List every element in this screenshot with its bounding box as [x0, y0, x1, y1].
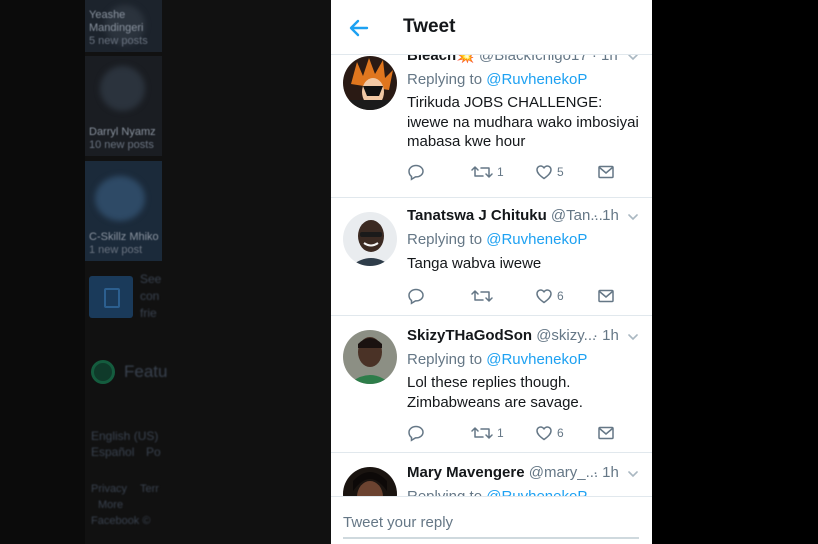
- comment-icon: [408, 425, 424, 442]
- arrow-left-icon: [349, 19, 369, 37]
- tweet-text: Tirikuda JOBS CHALLENGE: iwewe na mudhar…: [407, 94, 639, 150]
- chevron-down-icon[interactable]: [627, 55, 639, 63]
- retweet-button[interactable]: 1: [471, 424, 504, 442]
- like-button[interactable]: 6: [535, 287, 564, 305]
- tweet-time: · 1h: [593, 464, 619, 481]
- comment-icon: [408, 164, 424, 181]
- retweet-button[interactable]: 1: [471, 163, 504, 181]
- tweet-item[interactable]: Tanatswa J Chituku @Tan... · 1h Replying…: [331, 198, 652, 316]
- retweet-icon: [471, 427, 493, 439]
- mention-link[interactable]: @RuvhenekoP: [486, 488, 587, 496]
- tweet-time: · 1h: [593, 207, 619, 224]
- retweet-icon: [471, 166, 493, 178]
- page-title: Tweet: [403, 16, 456, 37]
- retweet-count: 1: [497, 426, 504, 440]
- top-bar: Tweet: [331, 0, 652, 55]
- avatar[interactable]: [343, 330, 397, 384]
- avatar[interactable]: [343, 212, 397, 266]
- display-name[interactable]: Mary Mavengere: [407, 464, 525, 481]
- tweet-header: Bleach💥 @BlackIchigo17 · 1h: [407, 55, 647, 65]
- like-count: 5: [557, 165, 564, 179]
- background-thumb: C-Skillz Mhiko 1 new post: [85, 161, 162, 261]
- mention-link[interactable]: @RuvhenekoP: [486, 231, 587, 248]
- replies-feed[interactable]: Bleach💥 @BlackIchigo17 · 1h Replying to …: [331, 55, 652, 496]
- avatar[interactable]: [343, 56, 397, 110]
- background-text: Privacy: [91, 483, 128, 495]
- user-handle[interactable]: @mary_...: [529, 464, 598, 481]
- reply-button[interactable]: [407, 163, 425, 181]
- chevron-down-icon[interactable]: [627, 211, 639, 223]
- background-text: More: [98, 499, 124, 511]
- reply-button[interactable]: [407, 287, 425, 305]
- background-text: Terr: [140, 483, 159, 495]
- direct-message-button[interactable]: [597, 424, 615, 442]
- tweet-time: · 1h: [593, 327, 619, 344]
- reply-button[interactable]: [407, 424, 425, 442]
- back-button[interactable]: [347, 16, 371, 40]
- envelope-icon: [598, 426, 614, 440]
- avatar[interactable]: [343, 467, 397, 496]
- mention-link[interactable]: @RuvhenekoP: [486, 71, 587, 88]
- envelope-icon: [598, 289, 614, 303]
- replying-to: Replying to @RuvhenekoP: [407, 488, 587, 496]
- user-handle[interactable]: @skizy...: [536, 327, 596, 344]
- background-text: English (US): [91, 429, 159, 443]
- direct-message-button[interactable]: [597, 163, 615, 181]
- display-name[interactable]: Tanatswa J Chituku: [407, 207, 547, 224]
- like-button[interactable]: 5: [535, 163, 564, 181]
- retweet-icon: [471, 290, 493, 302]
- retweet-count: 1: [497, 165, 504, 179]
- replying-to: Replying to @RuvhenekoP: [407, 71, 588, 88]
- background-text: Español: [91, 445, 135, 459]
- background-right: [652, 0, 818, 544]
- background-text: frie: [140, 306, 157, 320]
- background-text: con: [140, 289, 160, 303]
- background-text: Facebook ©: [91, 515, 151, 527]
- envelope-icon: [598, 165, 614, 179]
- like-button[interactable]: 6: [535, 424, 564, 442]
- mention-link[interactable]: @RuvhenekoP: [486, 351, 587, 368]
- tweet-text: Lol these replies though. Zimbabweans ar…: [407, 374, 583, 411]
- reply-input[interactable]: [343, 507, 639, 539]
- heart-icon: [536, 165, 552, 180]
- tweet-item[interactable]: Bleach💥 @BlackIchigo17 · 1h Replying to …: [331, 55, 652, 198]
- user-handle[interactable]: @BlackIchigo17: [479, 55, 588, 64]
- reply-bar: [331, 496, 652, 544]
- heart-icon: [536, 289, 552, 304]
- background-thumb: Yeashe Mandingeri 5 new posts: [85, 0, 162, 52]
- background-circle-icon: [91, 360, 115, 384]
- background-text: Featu: [124, 362, 168, 381]
- tweet-panel: Tweet Bleach💥 @BlackIchigo17 · 1h Replyi…: [331, 0, 652, 544]
- like-count: 6: [557, 426, 564, 440]
- tweet-time: · 1h: [591, 55, 618, 64]
- tweet-text: Tanga wabva iwewe: [407, 255, 542, 272]
- replying-to: Replying to @RuvhenekoP: [407, 231, 588, 248]
- replying-to: Replying to @RuvhenekoP: [407, 351, 588, 368]
- background-text: See: [140, 272, 162, 286]
- heart-icon: [536, 426, 552, 441]
- chevron-down-icon[interactable]: [627, 331, 639, 343]
- display-name[interactable]: SkizyTHaGodSon: [407, 327, 532, 344]
- tweet-item[interactable]: SkizyTHaGodSon @skizy... · 1h Replying t…: [331, 316, 652, 453]
- display-name[interactable]: Bleach💥: [407, 55, 475, 64]
- background-text: Po: [146, 445, 161, 459]
- direct-message-button[interactable]: [597, 287, 615, 305]
- retweet-button[interactable]: [471, 287, 497, 305]
- background-page-icon: [89, 276, 133, 318]
- tweet-item[interactable]: Mary Mavengere @mary_... · 1h Replying t…: [331, 453, 652, 496]
- chevron-down-icon[interactable]: [627, 468, 639, 480]
- comment-icon: [408, 288, 424, 305]
- background-thumb: Darryl Nyamz 10 new posts: [85, 56, 162, 156]
- like-count: 6: [557, 289, 564, 303]
